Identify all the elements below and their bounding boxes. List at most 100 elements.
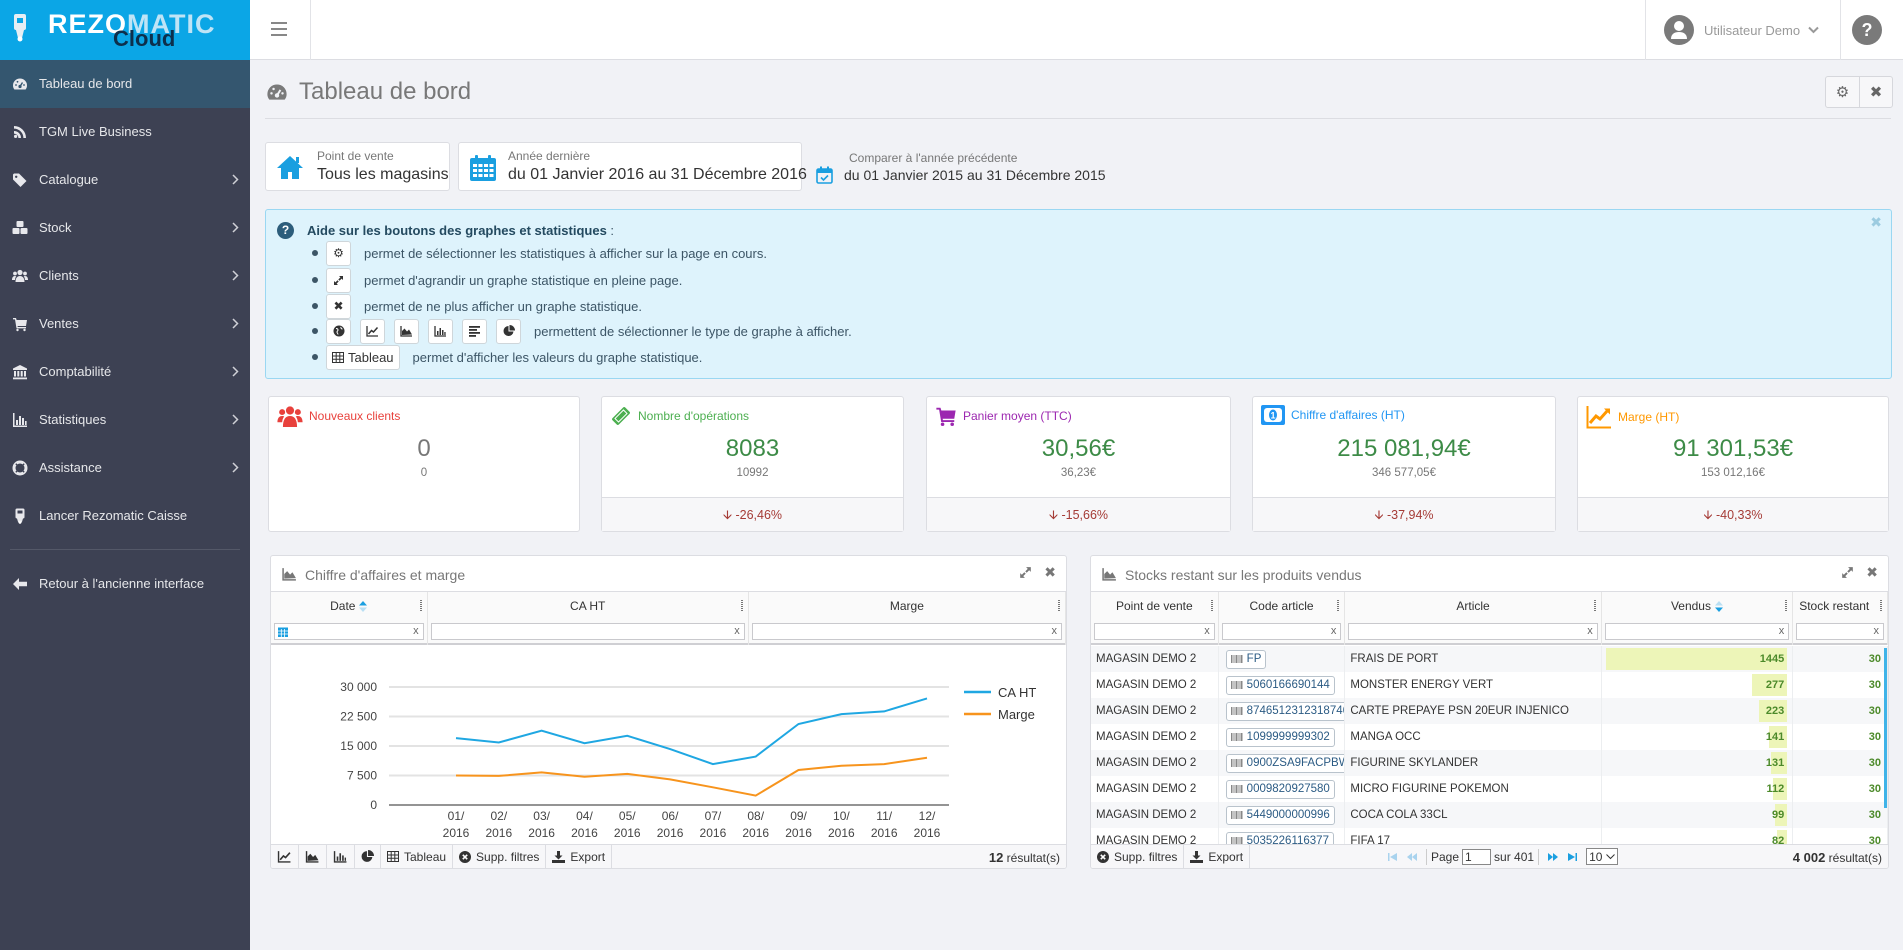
article-code-button[interactable]: 0009820927580 bbox=[1225, 779, 1335, 799]
sidebar-item-comptabilite[interactable]: Comptabilité bbox=[0, 348, 250, 396]
article-code-button[interactable]: 87465123123187465 bbox=[1225, 701, 1345, 721]
table-row[interactable]: MAGASIN DEMO 2 FP FRAIS DE PORT 1445 30 bbox=[1091, 646, 1888, 672]
area-chart-button[interactable] bbox=[299, 845, 327, 868]
column-header-stock-restant[interactable]: Stock restant bbox=[1793, 592, 1888, 620]
sidebar-item-ventes[interactable]: Ventes bbox=[0, 300, 250, 348]
help-button[interactable]: ? bbox=[1852, 15, 1882, 45]
page-input[interactable]: 1 bbox=[1462, 848, 1492, 865]
help-expand-button[interactable] bbox=[326, 267, 351, 293]
next-page-icon[interactable] bbox=[1548, 852, 1559, 861]
help-close-button[interactable]: ✖ bbox=[1870, 214, 1882, 231]
line-chart-button[interactable] bbox=[271, 845, 299, 868]
clear-filter-button[interactable]: x bbox=[413, 625, 419, 637]
sidebar-item-back-old-interface[interactable]: Retour à l'ancienne interface bbox=[0, 560, 250, 608]
clear-filters-button[interactable]: Supp. filtres bbox=[453, 845, 547, 868]
marge-filter-input[interactable]: x bbox=[751, 623, 1062, 640]
first-page-icon[interactable] bbox=[1388, 852, 1397, 861]
expand-icon[interactable] bbox=[1841, 566, 1854, 579]
sidebar-item-catalogue[interactable]: Catalogue bbox=[0, 156, 250, 204]
help-pie-chart-button[interactable] bbox=[496, 318, 521, 344]
table-row[interactable]: MAGASIN DEMO 2 5449000000996 COCA COLA 33C… bbox=[1091, 802, 1888, 828]
close-icon[interactable]: ✖ bbox=[1866, 564, 1878, 581]
sidebar-item-clients[interactable]: Clients bbox=[0, 252, 250, 300]
clear-filter-button[interactable]: x bbox=[734, 625, 740, 637]
help-horizontal-bar-button[interactable] bbox=[462, 318, 487, 344]
column-resize-handle[interactable] bbox=[1593, 600, 1596, 611]
article-code-button[interactable]: 0900ZSA9FACPBW bbox=[1225, 753, 1345, 773]
logo[interactable]: REZOMATIC Cloud bbox=[0, 0, 250, 60]
column-resize-handle[interactable] bbox=[1058, 600, 1060, 611]
table-row[interactable]: MAGASIN DEMO 2 1099999999302 MANGA OCC 141 3… bbox=[1091, 724, 1888, 750]
article-code-button[interactable]: FP bbox=[1225, 649, 1267, 669]
help-bar-chart-button[interactable] bbox=[428, 318, 453, 344]
page-size-select[interactable]: 10 bbox=[1586, 848, 1619, 865]
bar-chart-button[interactable] bbox=[327, 845, 355, 868]
column-resize-handle[interactable] bbox=[1210, 600, 1213, 611]
clear-filter-button[interactable]: x bbox=[1331, 625, 1337, 637]
clear-filter-button[interactable]: x bbox=[1779, 625, 1785, 637]
column-resize-handle[interactable] bbox=[1785, 600, 1788, 611]
help-line-chart-button[interactable] bbox=[360, 318, 385, 344]
column-resize-handle[interactable] bbox=[1337, 600, 1340, 611]
help-close-chart-button[interactable]: ✖ bbox=[326, 293, 351, 319]
kpi-card-revenue[interactable]: 1 Chiffre d'affaires (HT) 215 081,94€ 34… bbox=[1252, 396, 1556, 532]
sidebar-item-stock[interactable]: Stock bbox=[0, 204, 250, 252]
article-code-button[interactable]: 5060166690144 bbox=[1225, 675, 1335, 695]
sidebar-item-tgm-live-business[interactable]: TGM Live Business bbox=[0, 108, 250, 156]
article-filter-input[interactable]: x bbox=[1348, 623, 1598, 640]
export-button[interactable]: Export bbox=[1184, 845, 1251, 868]
menu-toggle-button[interactable] bbox=[271, 22, 287, 36]
table-row[interactable]: MAGASIN DEMO 2 87465123123187465 CARTE PRE… bbox=[1091, 698, 1888, 724]
column-header-ca-ht[interactable]: CA HT bbox=[428, 592, 749, 620]
column-header-article[interactable]: Article bbox=[1345, 592, 1602, 620]
vertical-scrollbar[interactable] bbox=[1884, 648, 1887, 808]
store-filter-input[interactable]: x bbox=[1094, 623, 1215, 640]
kpi-card-operations[interactable]: Nombre d'opérations 8083 10992 🡫 -26,46% bbox=[601, 396, 904, 532]
compare-filter[interactable]: Comparer à l'année précédente du 01 Janv… bbox=[816, 142, 1116, 191]
table-row[interactable]: MAGASIN DEMO 2 5060166690144 MONSTER ENERG… bbox=[1091, 672, 1888, 698]
column-resize-handle[interactable] bbox=[1880, 600, 1882, 611]
settings-button[interactable]: ⚙ bbox=[1826, 77, 1859, 107]
last-page-icon[interactable] bbox=[1568, 852, 1578, 861]
clear-filters-button[interactable]: Supp. filtres bbox=[1091, 845, 1185, 868]
sidebar-item-statistiques[interactable]: Statistiques bbox=[0, 396, 250, 444]
column-header-code-article[interactable]: Code article bbox=[1219, 592, 1346, 620]
code-filter-input[interactable]: x bbox=[1221, 623, 1342, 640]
close-button[interactable]: ✖ bbox=[1859, 77, 1892, 107]
stock-filter-input[interactable]: x bbox=[1796, 623, 1884, 640]
help-map-chart-button[interactable] bbox=[326, 318, 351, 344]
clear-filter-button[interactable]: x bbox=[1874, 625, 1880, 637]
table-row[interactable]: MAGASIN DEMO 2 0900ZSA9FACPBW FIGURINE SKY… bbox=[1091, 750, 1888, 776]
export-button[interactable]: Export bbox=[546, 845, 613, 868]
sidebar-item-tableau-de-bord[interactable]: Tableau de bord bbox=[0, 60, 250, 108]
previous-page-icon[interactable] bbox=[1407, 852, 1417, 861]
kpi-card-average-basket[interactable]: Panier moyen (TTC) 30,56€ 36,23€ 🡫 -15,6… bbox=[926, 396, 1231, 532]
kpi-card-new-clients[interactable]: Nouveaux clients 0 0 bbox=[268, 396, 580, 532]
sidebar-item-lancer-rezomatic-caisse[interactable]: Lancer Rezomatic Caisse bbox=[0, 492, 250, 540]
clear-filter-button[interactable]: x bbox=[1204, 625, 1210, 637]
expand-icon[interactable] bbox=[1019, 566, 1032, 579]
column-resize-handle[interactable] bbox=[740, 600, 743, 611]
table-row[interactable]: MAGASIN DEMO 2 0009820927580 MICRO FIGURIN… bbox=[1091, 776, 1888, 802]
column-header-point-de-vente[interactable]: Point de vente bbox=[1091, 592, 1219, 620]
clear-filter-button[interactable]: x bbox=[1587, 625, 1593, 637]
sidebar-item-assistance[interactable]: Assistance bbox=[0, 444, 250, 492]
store-filter[interactable]: Point de vente Tous les magasins bbox=[265, 142, 450, 191]
user-menu[interactable]: Utilisateur Demo bbox=[1664, 15, 1819, 45]
pie-chart-button[interactable] bbox=[355, 845, 381, 868]
help-area-chart-button[interactable] bbox=[394, 318, 419, 344]
column-header-date[interactable]: Date bbox=[271, 592, 428, 620]
help-table-button[interactable]: Tableau bbox=[326, 344, 400, 370]
sold-filter-input[interactable]: x bbox=[1604, 623, 1790, 640]
column-resize-handle[interactable] bbox=[419, 600, 422, 611]
table-button[interactable]: Tableau bbox=[381, 845, 454, 868]
close-icon[interactable]: ✖ bbox=[1044, 564, 1056, 581]
column-header-vendus[interactable]: Vendus bbox=[1602, 592, 1794, 620]
date-filter-input[interactable]: x bbox=[274, 623, 424, 640]
help-settings-button[interactable]: ⚙ bbox=[326, 240, 351, 266]
column-header-marge[interactable]: Marge bbox=[749, 592, 1066, 620]
clear-filter-button[interactable]: x bbox=[1052, 625, 1058, 637]
article-code-button[interactable]: 1099999999302 bbox=[1225, 727, 1335, 747]
article-code-button[interactable]: 5449000000996 bbox=[1225, 805, 1335, 825]
ca-ht-filter-input[interactable]: x bbox=[430, 623, 745, 640]
